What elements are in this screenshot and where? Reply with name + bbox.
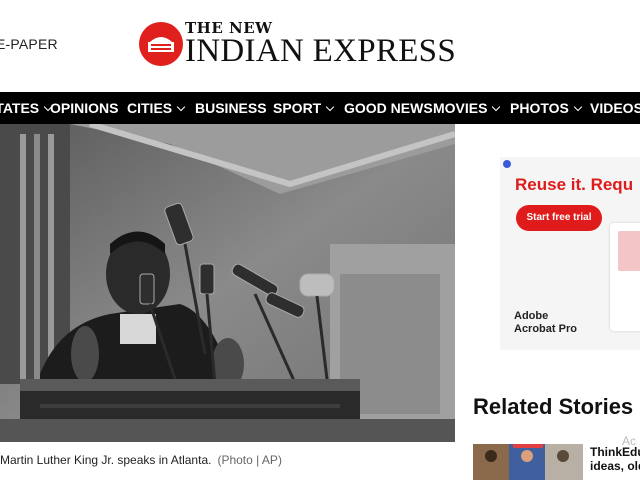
nav-item-states[interactable]: STATES xyxy=(0,92,53,124)
nav-item-videos[interactable]: VIDEOS xyxy=(590,92,640,124)
photo-credit: (Photo | AP) xyxy=(217,453,282,467)
article-hero-photo xyxy=(0,124,455,442)
nav-item-opinions[interactable]: OPINIONS xyxy=(50,92,118,124)
site-logo[interactable]: THE NEW INDIAN EXPRESS xyxy=(139,19,489,70)
logo-emblem-icon xyxy=(139,22,183,66)
caption-text: Martin Luther King Jr. speaks in Atlanta… xyxy=(0,453,212,467)
nav-item-cities[interactable]: CITIES xyxy=(127,92,186,124)
ad-brand: Adobe Acrobat Pro xyxy=(514,310,577,336)
nav-item-sport[interactable]: SPORT xyxy=(273,92,335,124)
chevron-down-icon xyxy=(492,102,501,112)
ad-headline: Reuse it. Requ xyxy=(515,175,634,194)
logo-text-main: INDIAN EXPRESS xyxy=(185,33,456,69)
related-story-title-line2: ideas, old xyxy=(590,459,640,473)
epaper-link[interactable]: E-PAPER xyxy=(0,36,58,52)
nav-item-business[interactable]: BUSINESS xyxy=(195,92,267,124)
related-stories-heading: Related Stories xyxy=(473,394,634,419)
related-story-title[interactable]: ThinkEdu ideas, old xyxy=(590,445,640,473)
ad-brand-line2: Acrobat Pro xyxy=(514,323,577,335)
related-story-thumbnail[interactable] xyxy=(473,444,583,480)
advertisement-banner[interactable]: Reuse it. Requ Start free trial Adobe Ac… xyxy=(500,157,640,350)
ad-document-illustration xyxy=(610,223,640,331)
ad-info-icon[interactable] xyxy=(503,160,511,168)
nav-item-photos[interactable]: PHOTOS xyxy=(510,92,583,124)
nav-item-good-news[interactable]: GOOD NEWS xyxy=(344,92,433,124)
chevron-down-icon xyxy=(325,102,335,112)
ad-start-trial-button[interactable]: Start free trial xyxy=(516,205,602,231)
chevron-down-icon xyxy=(573,102,583,112)
nav-item-movies[interactable]: MOVIES xyxy=(433,92,501,124)
photo-caption: Martin Luther King Jr. speaks in Atlanta… xyxy=(0,453,282,467)
site-header: E-PAPER THE NEW INDIAN EXPRESS xyxy=(0,0,640,92)
ad-brand-line1: Adobe xyxy=(514,310,549,322)
related-story-title-line1: ThinkEdu xyxy=(590,445,640,459)
chevron-down-icon xyxy=(176,102,186,112)
main-navigation: STATES OPINIONS CITIES BUSINESS SPORT GO… xyxy=(0,92,640,124)
